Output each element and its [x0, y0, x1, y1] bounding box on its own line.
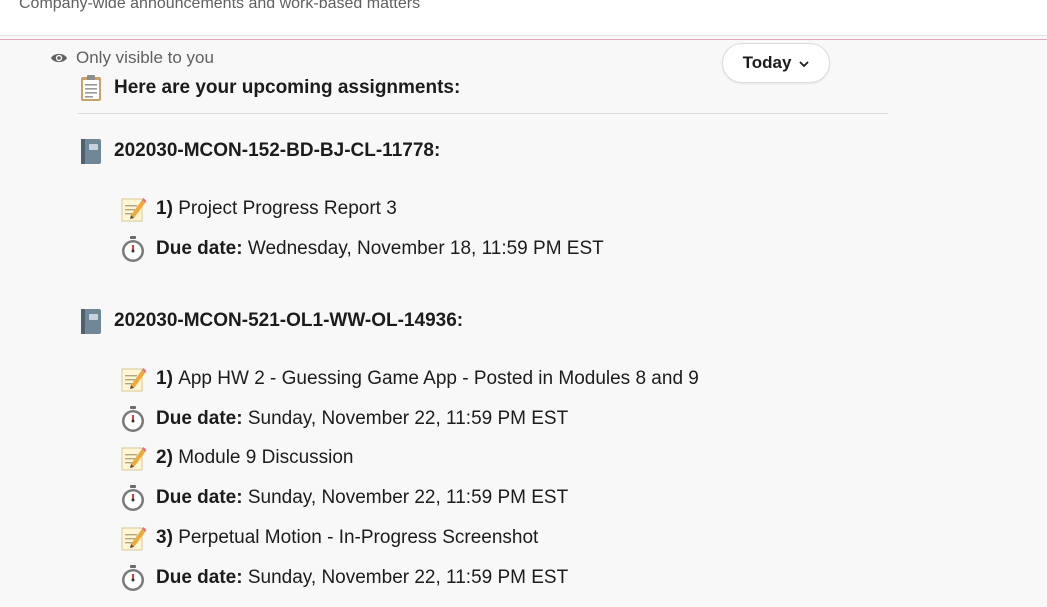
due-label: Due date:	[156, 408, 243, 429]
clipboard-icon	[78, 74, 104, 102]
due-date-row: Due date: Wednesday, November 18, 11:59 …	[120, 235, 604, 263]
notebook-icon	[78, 137, 104, 165]
stopwatch-icon	[120, 405, 146, 433]
new-messages-divider	[0, 39, 1047, 40]
due-date-row: Due date: Sunday, November 22, 11:59 PM …	[120, 405, 568, 433]
course-title: 202030-MCON-521-OL1-WW-OL-14936:	[78, 307, 463, 335]
heading-text: Here are your upcoming assignments:	[114, 77, 461, 98]
assignment-row: 1) App HW 2 - Guessing Game App - Posted…	[120, 365, 699, 393]
date-label: Today	[742, 53, 792, 72]
assignment-title: Project Progress Report 3	[178, 198, 397, 219]
assignment-row: 3) Perpetual Motion - In-Progress Screen…	[120, 524, 538, 552]
message-heading: Here are your upcoming assignments:	[78, 74, 460, 102]
course-name: 202030-MCON-521-OL1-WW-OL-14936:	[114, 310, 464, 331]
visibility-label: Only visible to you	[76, 48, 214, 67]
assignment-title: Module 9 Discussion	[178, 447, 354, 468]
due-label: Due date:	[156, 238, 243, 259]
memo-icon	[120, 365, 146, 393]
course-title: 202030-MCON-152-BD-BJ-CL-11778:	[78, 137, 440, 165]
due-label: Due date:	[156, 487, 243, 508]
assignment-number: 2)	[156, 447, 173, 468]
assignment-title: Perpetual Motion - In-Progress Screensho…	[178, 527, 539, 548]
due-label: Due date:	[156, 567, 243, 588]
due-value: Sunday, November 22, 11:59 PM EST	[247, 487, 569, 508]
due-value: Wednesday, November 18, 11:59 PM EST	[247, 238, 604, 259]
visibility-note: Only visible to you	[50, 48, 214, 68]
assignment-row: 1) Project Progress Report 3	[120, 195, 397, 223]
stopwatch-icon	[120, 235, 146, 263]
stopwatch-icon	[120, 484, 146, 512]
due-value: Sunday, November 22, 11:59 PM EST	[247, 408, 569, 429]
chevron-down-icon	[799, 53, 810, 73]
due-date-row: Due date: Sunday, November 22, 11:59 PM …	[120, 484, 568, 512]
eye-icon	[50, 51, 68, 65]
assignment-number: 1)	[156, 198, 173, 219]
notebook-icon	[78, 307, 104, 335]
channel-description: Company-wide announcements and work-base…	[19, 0, 421, 12]
course-name: 202030-MCON-152-BD-BJ-CL-11778:	[114, 140, 441, 161]
assignment-title: App HW 2 - Guessing Game App - Posted in…	[178, 368, 699, 389]
assignment-number: 1)	[156, 368, 173, 389]
memo-icon	[120, 444, 146, 472]
stopwatch-icon	[120, 564, 146, 592]
assignment-number: 3)	[156, 527, 173, 548]
heading-rule	[78, 113, 888, 114]
channel-header: Company-wide announcements and work-base…	[0, 0, 1047, 36]
assignment-row: 2) Module 9 Discussion	[120, 444, 354, 472]
due-value: Sunday, November 22, 11:59 PM EST	[247, 567, 569, 588]
date-divider-button[interactable]: Today	[722, 43, 830, 83]
memo-icon	[120, 524, 146, 552]
due-date-row: Due date: Sunday, November 22, 11:59 PM …	[120, 564, 568, 592]
memo-icon	[120, 195, 146, 223]
